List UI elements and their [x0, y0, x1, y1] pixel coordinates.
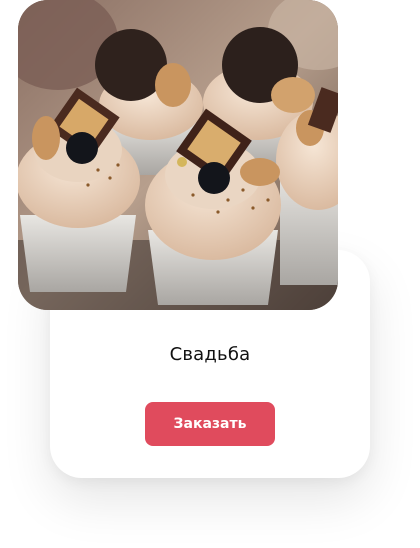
product-card-widget: Свадьба Заказать: [0, 0, 420, 548]
product-title: Свадьба: [169, 344, 251, 365]
cupcakes-illustration: [18, 0, 338, 310]
product-photo: [18, 0, 338, 310]
order-button[interactable]: Заказать: [145, 402, 275, 446]
